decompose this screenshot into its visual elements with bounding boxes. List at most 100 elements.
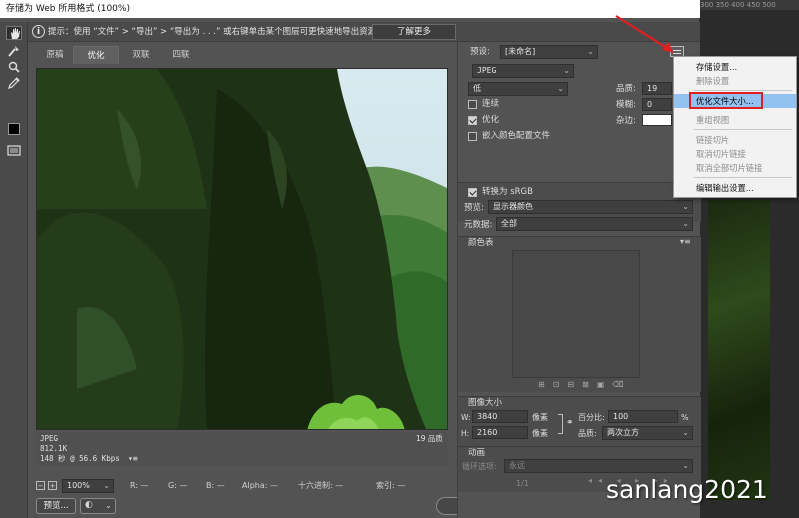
background-ruler: 300 350 400 450 500 <box>700 0 799 10</box>
zoom-select[interactable]: 100% ⌄ <box>62 479 114 493</box>
highlight-annotation <box>689 92 763 109</box>
metadata-label: 元数据: <box>464 220 493 230</box>
menu-item-unlink-all-slices[interactable]: 取消全部切片链接 <box>674 161 796 175</box>
zoom-tool-icon[interactable] <box>6 60 22 74</box>
chevron-down-icon: ⌄ <box>682 461 689 470</box>
convert-srgb-checkbox[interactable] <box>468 188 477 197</box>
preview-color-value: 显示器颜色 <box>493 202 533 211</box>
tab-original[interactable]: 原稿 <box>32 46 78 64</box>
status-bar: − + 100% ⌄ R: — G: — B: — Alpha: — 十六进制: … <box>36 479 448 493</box>
toggle-slices-icon[interactable] <box>6 143 22 157</box>
eyedropper-tool-icon[interactable] <box>6 76 22 90</box>
menu-separator <box>694 177 792 178</box>
metadata-select[interactable]: 全部 ⌄ <box>496 217 693 231</box>
loop-select[interactable]: 永远 ⌄ <box>504 459 693 473</box>
height-label: H: <box>461 429 470 438</box>
window-title: 存储为 Web 所用格式 (100%) <box>0 0 700 18</box>
chevron-down-icon: ⌄ <box>105 501 112 510</box>
height-unit: 像素 <box>532 429 548 438</box>
menu-item-link-slices[interactable]: 链接切片 <box>674 133 796 147</box>
constrain-bracket <box>558 414 563 434</box>
zoom-value: 100% <box>67 481 90 490</box>
progressive-label: 连续 <box>482 99 500 109</box>
convert-srgb-label: 转换为 sRGB <box>482 187 533 197</box>
menu-item-delete-settings[interactable]: 删除设置 <box>674 74 796 88</box>
optimized-checkbox[interactable] <box>468 116 477 125</box>
matte-label: 杂边: <box>616 116 636 126</box>
color-table-label: 颜色表 <box>468 238 494 248</box>
chevron-down-icon: ⌄ <box>682 202 689 211</box>
preview-color-select[interactable]: 显示器颜色 ⌄ <box>488 200 693 214</box>
view-tabs: 原稿 优化 双联 四联 <box>32 46 452 64</box>
tool-panel <box>0 22 28 518</box>
color-table-menu-icon[interactable]: ▾≡ <box>680 237 691 246</box>
color-table-tools-icon: ⊞⊡⊟⊠▣⌫ <box>538 380 632 389</box>
width-label: W: <box>461 413 471 422</box>
quality-label: 品质: <box>616 84 636 94</box>
blur-field[interactable]: 0 <box>642 98 672 111</box>
progressive-checkbox[interactable] <box>468 100 477 109</box>
menu-item-unlink-slice[interactable]: 取消切片链接 <box>674 147 796 161</box>
preset-value: [未命名] <box>505 47 536 56</box>
info-text: 提示：使用 “文件” > “导出” > “导出为 . . .” 或右键单击某个图… <box>48 27 377 37</box>
compression-value: 低 <box>473 84 481 93</box>
red-arrow-icon <box>615 15 674 53</box>
tab-optimized[interactable]: 优化 <box>73 46 119 64</box>
info-format: JPEG <box>40 434 59 443</box>
browser-icon: ◐ <box>85 500 93 510</box>
loop-value: 永远 <box>509 461 525 470</box>
loop-label: 循环选项: <box>462 462 497 471</box>
width-field[interactable]: 3840 <box>472 410 528 423</box>
hand-tool-icon[interactable] <box>6 26 22 40</box>
menu-item-repopulate-views[interactable]: 重组视图 <box>674 113 796 127</box>
status-index: 索引: — <box>376 481 406 490</box>
optimization-info: JPEG 812.1K 148 秒 @ 56.6 Kbps ▾≡ 19 品质 <box>36 432 448 466</box>
color-table-grid <box>512 250 640 378</box>
browser-select[interactable]: ◐ ⌄ <box>80 498 116 514</box>
embed-profile-label: 嵌入颜色配置文件 <box>482 131 551 141</box>
settings-dropdown-menu: 存储设置... 删除设置 优化文件大小... 重组视图 链接切片 取消切片链接 … <box>673 56 797 198</box>
menu-separator <box>694 90 792 91</box>
status-hex: 十六进制: — <box>298 481 344 490</box>
menu-separator <box>694 129 792 130</box>
zoom-in-button[interactable]: + <box>48 481 57 490</box>
image-preview[interactable] <box>36 68 448 430</box>
info-file-size: 812.1K <box>40 444 68 453</box>
menu-item-save-settings[interactable]: 存储设置... <box>674 60 796 74</box>
resample-label: 品质: <box>578 429 597 438</box>
optimized-label: 优化 <box>482 115 500 125</box>
frame-counter: 1/1 <box>516 479 529 488</box>
info-download-time: 148 秒 @ 56.6 Kbps <box>40 454 120 463</box>
percent-field[interactable]: 100 <box>608 410 678 423</box>
link-icon[interactable]: ⚭ <box>566 418 574 428</box>
quality-field[interactable]: 19 <box>642 82 672 95</box>
menu-item-edit-output-settings[interactable]: 编辑输出设置... <box>674 181 796 195</box>
chevron-down-icon: ⌄ <box>557 84 564 93</box>
preview-label: 预览: <box>464 203 484 213</box>
embed-profile-checkbox[interactable] <box>468 132 477 141</box>
chevron-down-icon: ⌄ <box>587 47 594 56</box>
resample-select[interactable]: 两次立方 ⌄ <box>602 426 693 440</box>
download-speed-menu-icon[interactable]: ▾≡ <box>128 454 138 464</box>
animation-label: 动画 <box>468 448 486 458</box>
status-g: G: — <box>168 481 188 490</box>
chevron-down-icon: ⌄ <box>682 428 689 437</box>
format-value: JPEG <box>477 66 497 75</box>
preset-select[interactable]: [未命名] ⌄ <box>500 45 598 59</box>
metadata-value: 全部 <box>501 219 517 228</box>
settings-panel: 预设: [未命名] ⌄ JPEG ⌄ 低 ⌄ 品质: 19 连续 模糊: 0 优化 杂… <box>457 42 701 518</box>
height-field[interactable]: 2160 <box>472 426 528 439</box>
background-image-strip <box>708 200 770 500</box>
matte-color-field[interactable] <box>642 114 672 126</box>
learn-more-button[interactable]: 了解更多 <box>372 24 456 40</box>
image-size-label: 图像大小 <box>468 398 503 408</box>
preview-button[interactable]: 预览... <box>36 498 76 514</box>
status-r: R: — <box>130 481 149 490</box>
chevron-down-icon: ⌄ <box>103 481 110 490</box>
zoom-out-button[interactable]: − <box>36 481 45 490</box>
compression-select[interactable]: 低 ⌄ <box>468 82 568 96</box>
format-select[interactable]: JPEG ⌄ <box>472 64 574 78</box>
eyedropper-color-swatch[interactable] <box>8 123 20 135</box>
slice-select-tool-icon[interactable] <box>6 44 22 58</box>
tab-4-up[interactable]: 四联 <box>158 46 204 64</box>
